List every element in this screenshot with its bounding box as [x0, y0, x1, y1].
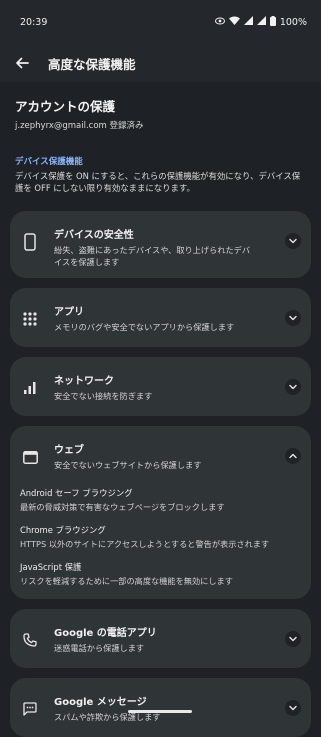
section-label: デバイス保護機能 — [15, 157, 83, 167]
card-description: 迷惑電話から保護します — [54, 643, 145, 653]
card-web-details: Android セーフ ブラウジング 最新の脅威対策で有害なウェブページをブロッ… — [10, 487, 311, 599]
chevron-down-icon[interactable] — [285, 700, 301, 716]
card-title: ウェブ — [54, 445, 84, 456]
app-bar: 高度な保護機能 — [0, 44, 321, 82]
battery-icon — [269, 15, 276, 29]
card-title: Google の電話アプリ — [54, 628, 157, 639]
status-icons: 100% — [214, 15, 307, 29]
battery-percent: 100% — [279, 16, 307, 28]
back-arrow-icon[interactable] — [12, 53, 32, 73]
phone-call-icon — [20, 630, 40, 650]
card-title: ネットワーク — [54, 376, 114, 387]
signal-icon — [256, 16, 266, 28]
card-description: 安全でないウェブサイトから保護します — [54, 460, 202, 470]
card-device-safety-header[interactable]: デバイスの安全性 紛失、盗難にあったデバイスや、取り上げられたデバイスを保護しま… — [10, 211, 311, 278]
card-title: デバイスの安全性 — [54, 230, 134, 241]
detail-title: Android セーフ ブラウジング — [20, 488, 133, 498]
card-apps-header[interactable]: アプリ メモリのバグや安全でないアプリから保護します — [10, 288, 311, 347]
card-messages: Google メッセージ スパムや詐欺から保護します — [10, 678, 311, 737]
detail-item: JavaScript 保護 リスクを軽減するために一部の高度な機能を無効にします — [20, 561, 301, 587]
detail-item: Android セーフ ブラウジング 最新の脅威対策で有害なウェブページをブロッ… — [20, 487, 301, 513]
network-bars-icon — [20, 378, 40, 398]
card-description: 紛失、盗難にあったデバイスや、取り上げられたデバイスを保護します — [54, 245, 251, 267]
card-network: ネットワーク 安全でない接続を防ぎます — [10, 357, 311, 416]
detail-description: HTTPS 以外のサイトにアクセスしようとすると警告が表示されます — [20, 539, 270, 549]
chevron-down-icon[interactable] — [285, 379, 301, 395]
message-icon — [20, 699, 40, 719]
chevron-down-icon[interactable] — [285, 310, 301, 326]
account-title: アカウントの保護 — [15, 99, 116, 114]
page-title: 高度な保護機能 — [48, 56, 136, 72]
card-phone-app-header[interactable]: Google の電話アプリ 迷惑電話から保護します — [10, 609, 311, 668]
card-description: メモリのバグや安全でないアプリから保護します — [54, 322, 235, 332]
card-phone-app: Google の電話アプリ 迷惑電話から保護します — [10, 609, 311, 668]
phone-device-icon — [20, 232, 40, 252]
chevron-down-icon[interactable] — [285, 233, 301, 249]
gesture-nav-bar[interactable] — [128, 710, 192, 713]
chevron-down-icon[interactable] — [285, 631, 301, 647]
section-description: デバイス保護を ON にすると、これらの保護機能が有効になり、デバイス保護を O… — [15, 171, 301, 193]
detail-item: Chrome ブラウジング HTTPS 以外のサイトにアクセスしようとすると警告… — [20, 524, 301, 550]
detail-description: 最新の脅威対策で有害なウェブページをブロックします — [20, 502, 225, 512]
account-section: アカウントの保護 j.zephyrx@gmail.com 登録済み — [10, 82, 311, 131]
detail-description: リスクを軽減するために一部の高度な機能を無効にします — [20, 576, 233, 586]
signal-icon — [243, 16, 253, 28]
account-email: j.zephyrx@gmail.com 登録済み — [15, 121, 144, 131]
status-time: 20:39 — [20, 16, 48, 28]
wifi-icon — [228, 16, 240, 28]
card-messages-header[interactable]: Google メッセージ スパムや詐欺から保護します — [10, 678, 311, 737]
apps-grid-icon — [20, 309, 40, 329]
card-web: ウェブ 安全でないウェブサイトから保護します Android セーフ ブラウジン… — [10, 426, 311, 599]
chevron-up-icon[interactable] — [285, 448, 301, 464]
detail-title: JavaScript 保護 — [20, 562, 82, 572]
card-description: 安全でない接続を防ぎます — [54, 391, 153, 401]
status-bar: 20:39 100% — [0, 0, 321, 44]
card-title: アプリ — [54, 307, 84, 318]
card-device-safety: デバイスの安全性 紛失、盗難にあったデバイスや、取り上げられたデバイスを保護しま… — [10, 211, 311, 278]
detail-title: Chrome ブラウジング — [20, 525, 106, 535]
card-web-header[interactable]: ウェブ 安全でないウェブサイトから保護します — [10, 426, 311, 487]
main-content: アカウントの保護 j.zephyrx@gmail.com 登録済み デバイス保護… — [0, 82, 321, 737]
eye-icon — [214, 17, 225, 28]
card-network-header[interactable]: ネットワーク 安全でない接続を防ぎます — [10, 357, 311, 416]
card-apps: アプリ メモリのバグや安全でないアプリから保護します — [10, 288, 311, 347]
browser-window-icon — [20, 447, 40, 467]
card-title: Google メッセージ — [54, 697, 147, 708]
